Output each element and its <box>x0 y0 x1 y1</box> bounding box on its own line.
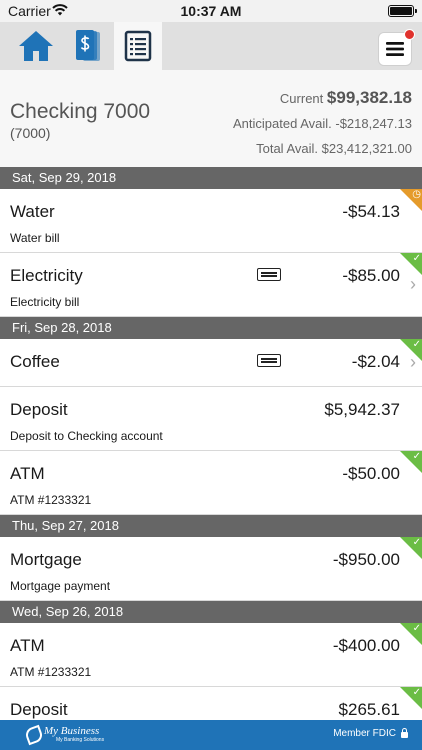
transaction-amount: -$400.00 <box>332 636 400 655</box>
transaction-description: Deposit to Checking account <box>10 429 163 443</box>
home-icon <box>19 31 53 61</box>
lock-icon <box>401 728 408 738</box>
transaction-row[interactable]: Electricity -$85.00 Electricity bill › ✓ <box>0 253 422 317</box>
transaction-amount: $5,942.37 <box>324 400 400 419</box>
logo-tagline: My Banking Solutions <box>56 737 105 743</box>
logo-swoosh-icon <box>23 724 45 746</box>
clock: 10:37 AM <box>180 3 242 19</box>
current-balance-value: $99,382.18 <box>326 88 412 107</box>
transaction-name: Electricity <box>10 266 83 285</box>
account-summary: Checking 7000 (7000) Current $99,382.18 … <box>0 70 422 167</box>
transaction-amount: -$50.00 <box>342 464 400 483</box>
date-header: Thu, Sep 27, 2018 <box>0 515 422 537</box>
checkmark-icon: ✓ <box>412 339 421 350</box>
clock-icon: ◷ <box>412 189 421 200</box>
transaction-row[interactable]: ATM -$400.00 ATM #1233321 ✓ <box>0 623 422 687</box>
anticipated-balance: Anticipated Avail. -$218,247.13 <box>232 116 412 131</box>
transaction-description: Mortgage payment <box>10 579 111 593</box>
checkmark-icon: ✓ <box>412 253 421 264</box>
menu-button[interactable] <box>378 29 415 66</box>
tab-home[interactable] <box>12 22 60 70</box>
transaction-amount: -$2.04 <box>351 352 400 371</box>
transaction-row[interactable]: Water -$54.13 Water bill ◷ <box>0 189 422 253</box>
memo-icon[interactable] <box>257 354 281 367</box>
transaction-list[interactable]: Sat, Sep 29, 2018 Water -$54.13 Water bi… <box>0 167 422 720</box>
account-name: Checking 7000 <box>10 100 151 123</box>
transaction-name: Coffee <box>10 352 60 371</box>
account-number: (7000) <box>10 125 51 141</box>
chevron-right-icon: › <box>410 274 416 294</box>
tab-bar <box>0 22 422 70</box>
date-header: Wed, Sep 26, 2018 <box>0 601 422 623</box>
footer-bar: My Business My Banking Solutions Member … <box>0 720 422 750</box>
logo-brand: My Business <box>44 725 100 737</box>
transaction-name: ATM <box>10 464 45 483</box>
transaction-row[interactable]: ATM -$50.00 ATM #1233321 ✓ <box>0 451 422 515</box>
current-balance-label: Current <box>279 91 324 106</box>
checkmark-icon: ✓ <box>412 623 421 634</box>
transaction-name: Mortgage <box>10 550 82 569</box>
transaction-name: ATM <box>10 636 45 655</box>
member-fdic: Member FDIC <box>333 728 408 739</box>
transaction-row[interactable]: Deposit $265.61 ✓ <box>0 687 422 720</box>
transaction-row[interactable]: Mortgage -$950.00 Mortgage payment ✓ <box>0 537 422 601</box>
notification-badge <box>404 29 415 40</box>
transaction-amount: -$85.00 <box>342 266 400 285</box>
transaction-description: Water bill <box>10 231 60 245</box>
battery-icon <box>388 5 417 17</box>
transaction-description: ATM #1233321 <box>10 493 92 507</box>
memo-icon[interactable] <box>257 268 281 281</box>
date-header: Fri, Sep 28, 2018 <box>0 317 422 339</box>
checkmark-icon: ✓ <box>412 687 421 698</box>
dollar-cards-icon <box>76 30 100 61</box>
transaction-name: Deposit <box>10 700 68 719</box>
my-business-logo: My Business My Banking Solutions <box>23 724 112 746</box>
transaction-row[interactable]: Coffee -$2.04 › ✓ <box>0 339 422 387</box>
date-header: Sat, Sep 29, 2018 <box>0 167 422 189</box>
current-balance: Current $99,382.18 <box>280 88 412 108</box>
transaction-name: Water <box>10 202 55 221</box>
status-bar: Carrier 10:37 AM <box>0 0 422 22</box>
checkmark-icon: ✓ <box>412 451 421 462</box>
transaction-amount: $265.61 <box>338 700 400 719</box>
total-available-balance: Total Avail. $23,412,321.00 <box>256 141 412 156</box>
transaction-description: ATM #1233321 <box>10 665 92 679</box>
checkmark-icon: ✓ <box>412 537 421 548</box>
transaction-description: Electricity bill <box>10 295 80 309</box>
hamburger-menu-icon <box>386 42 404 56</box>
transaction-amount: -$54.13 <box>342 202 400 221</box>
tab-transfers[interactable] <box>62 22 110 70</box>
transaction-name: Deposit <box>10 400 68 419</box>
transaction-row[interactable]: Deposit $5,942.37 Deposit to Checking ac… <box>0 387 422 451</box>
tab-accounts[interactable] <box>114 22 162 70</box>
transaction-amount: -$950.00 <box>332 550 400 569</box>
statement-icon <box>124 30 152 62</box>
member-fdic-label: Member FDIC <box>333 728 396 739</box>
